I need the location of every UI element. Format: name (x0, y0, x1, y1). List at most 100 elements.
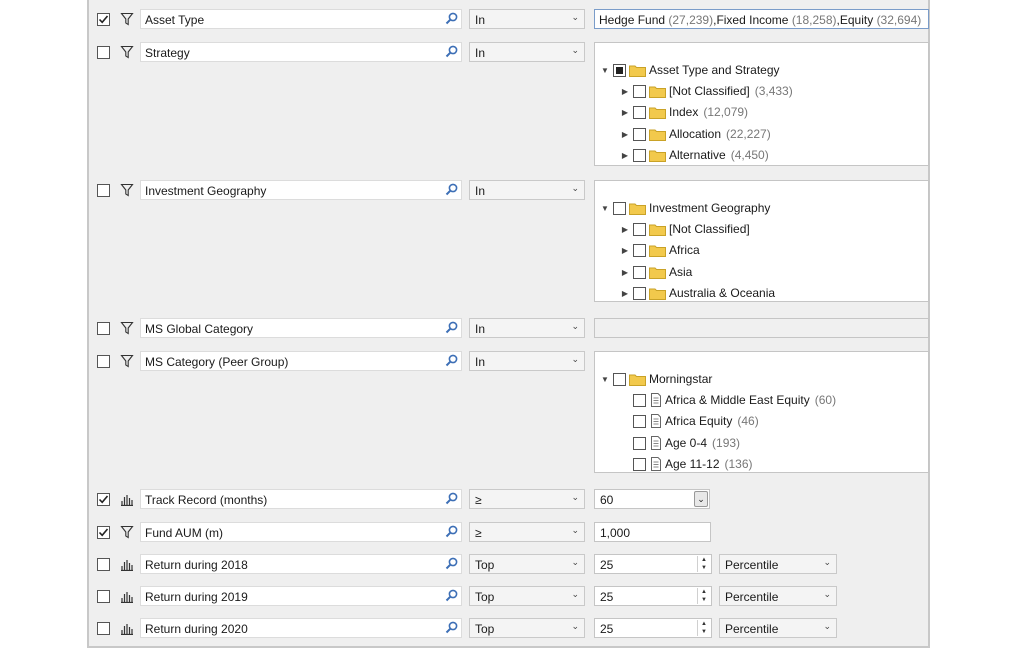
tree-node[interactable]: ▶ [Not Classified] (619, 219, 750, 239)
expand-arrow-icon[interactable]: ▶ (619, 289, 631, 298)
criteria-field[interactable]: Asset Type (140, 9, 462, 29)
tree-checkbox[interactable] (633, 436, 646, 450)
operator-dropdown[interactable]: In ⌄ (469, 180, 585, 200)
tree-checkbox[interactable] (633, 127, 646, 141)
search-icon[interactable] (445, 589, 459, 603)
criteria-field[interactable]: MS Global Category (140, 318, 462, 338)
search-icon[interactable] (445, 45, 459, 59)
operator-dropdown[interactable]: Top ⌄ (469, 618, 585, 638)
search-icon[interactable] (445, 525, 459, 539)
criteria-field[interactable]: Return during 2019 (140, 586, 462, 606)
tree-node[interactable]: ▶ [Not Classified] (3,433) (619, 81, 793, 101)
collapse-arrow-icon[interactable]: ▼ (599, 204, 611, 213)
expand-arrow-icon[interactable]: ▶ (619, 225, 631, 234)
row-checkbox[interactable] (97, 46, 110, 59)
row-checkbox[interactable] (97, 590, 110, 603)
value-combobox[interactable]: 60 ⌄ (594, 489, 710, 509)
expand-arrow-icon[interactable]: ▶ (619, 87, 631, 96)
search-icon[interactable] (445, 183, 459, 197)
expand-arrow-icon[interactable]: ▶ (619, 130, 631, 139)
value-spinbox[interactable]: 25 ▲ ▼ (594, 586, 712, 606)
tree-checkbox[interactable] (633, 393, 646, 407)
criteria-field[interactable]: Return during 2018 (140, 554, 462, 574)
criteria-field[interactable]: Track Record (months) (140, 489, 462, 509)
expand-arrow-icon[interactable]: ▶ (619, 268, 631, 277)
document-icon (650, 393, 662, 407)
spinner-arrows-icon[interactable]: ▲ ▼ (697, 556, 710, 572)
row-checkbox[interactable] (97, 526, 110, 539)
search-icon[interactable] (445, 321, 459, 335)
row-checkbox[interactable] (97, 355, 110, 368)
tree-node[interactable]: Age 11-12 (136) (631, 454, 753, 472)
criteria-label: Asset Type (145, 13, 205, 27)
tree-node-root[interactable]: ▼ Investment Geography (599, 198, 770, 218)
tree-checkbox[interactable] (613, 63, 626, 77)
tree-node-root[interactable]: ▼ Asset Type and Strategy (599, 60, 780, 80)
tree-node[interactable]: Africa Equity (46) (631, 411, 759, 431)
tree-checkbox[interactable] (613, 201, 626, 215)
search-icon[interactable] (445, 557, 459, 571)
criteria-field[interactable]: Investment Geography (140, 180, 462, 200)
tree-node[interactable]: Age 0-4 (193) (631, 433, 740, 453)
tree-checkbox[interactable] (633, 105, 646, 119)
operator-dropdown[interactable]: In ⌄ (469, 9, 585, 29)
operator-dropdown[interactable]: ≥ ⌄ (469, 522, 585, 542)
chevron-down-icon[interactable]: ⌄ (694, 491, 708, 507)
search-icon[interactable] (445, 492, 459, 506)
tree-node[interactable]: ▶ Allocation (22,227) (619, 124, 771, 144)
criteria-field[interactable]: MS Category (Peer Group) (140, 351, 462, 371)
tree-checkbox[interactable] (633, 457, 646, 471)
tree-checkbox[interactable] (633, 243, 646, 257)
selected-values-box[interactable] (594, 318, 929, 338)
criteria-field[interactable]: Fund AUM (m) (140, 522, 462, 542)
row-checkbox[interactable] (97, 184, 110, 197)
spinner-arrows-icon[interactable]: ▲ ▼ (697, 620, 710, 636)
search-icon[interactable] (445, 621, 459, 635)
criteria-field[interactable]: Strategy (140, 42, 462, 62)
criteria-label: Return during 2018 (145, 558, 248, 572)
tree-node[interactable]: ▶ Australia & Oceania (619, 283, 775, 301)
operator-value: Top (475, 622, 495, 636)
unit-dropdown[interactable]: Percentile ⌄ (719, 554, 837, 574)
row-checkbox[interactable] (97, 322, 110, 335)
spinner-arrows-icon[interactable]: ▲ ▼ (697, 588, 710, 604)
tree-node-root[interactable]: ▼ Morningstar (599, 369, 712, 389)
search-icon[interactable] (445, 354, 459, 368)
value-spinbox[interactable]: 25 ▲ ▼ (594, 618, 712, 638)
expand-arrow-icon[interactable]: ▶ (619, 246, 631, 255)
row-checkbox[interactable] (97, 493, 110, 506)
search-icon[interactable] (445, 12, 459, 26)
expand-arrow-icon[interactable]: ▶ (619, 151, 631, 160)
tree-checkbox[interactable] (633, 222, 646, 236)
row-checkbox[interactable] (97, 558, 110, 571)
tree-checkbox[interactable] (613, 372, 626, 386)
value-spinbox[interactable]: 25 ▲ ▼ (594, 554, 712, 574)
tree-node[interactable]: ▶ Asia (619, 262, 692, 282)
tree-checkbox[interactable] (633, 286, 646, 300)
operator-dropdown[interactable]: Top ⌄ (469, 586, 585, 606)
collapse-arrow-icon[interactable]: ▼ (599, 375, 611, 384)
value-input[interactable]: 1,000 (594, 522, 711, 542)
operator-dropdown[interactable]: In ⌄ (469, 351, 585, 371)
tree-node[interactable]: Africa & Middle East Equity (60) (631, 390, 836, 410)
tree-checkbox[interactable] (633, 414, 646, 428)
collapse-arrow-icon[interactable]: ▼ (599, 66, 611, 75)
operator-dropdown[interactable]: In ⌄ (469, 318, 585, 338)
row-checkbox[interactable] (97, 13, 110, 26)
operator-dropdown[interactable]: In ⌄ (469, 42, 585, 62)
unit-dropdown[interactable]: Percentile ⌄ (719, 586, 837, 606)
criteria-field[interactable]: Return during 2020 (140, 618, 462, 638)
tree-node[interactable]: ▶ Alternative (4,450) (619, 145, 769, 165)
tree-label: Africa & Middle East Equity (665, 393, 810, 407)
expand-arrow-icon[interactable]: ▶ (619, 108, 631, 117)
tree-checkbox[interactable] (633, 148, 646, 162)
tree-checkbox[interactable] (633, 265, 646, 279)
tree-node[interactable]: ▶ Index (12,079) (619, 102, 748, 122)
tree-node[interactable]: ▶ Africa (619, 240, 700, 260)
operator-dropdown[interactable]: ≥ ⌄ (469, 489, 585, 509)
unit-dropdown[interactable]: Percentile ⌄ (719, 618, 837, 638)
row-checkbox[interactable] (97, 622, 110, 635)
tree-checkbox[interactable] (633, 84, 646, 98)
selected-values-box[interactable]: Hedge Fund (27,239),Fixed Income (18,258… (594, 9, 929, 29)
operator-dropdown[interactable]: Top ⌄ (469, 554, 585, 574)
